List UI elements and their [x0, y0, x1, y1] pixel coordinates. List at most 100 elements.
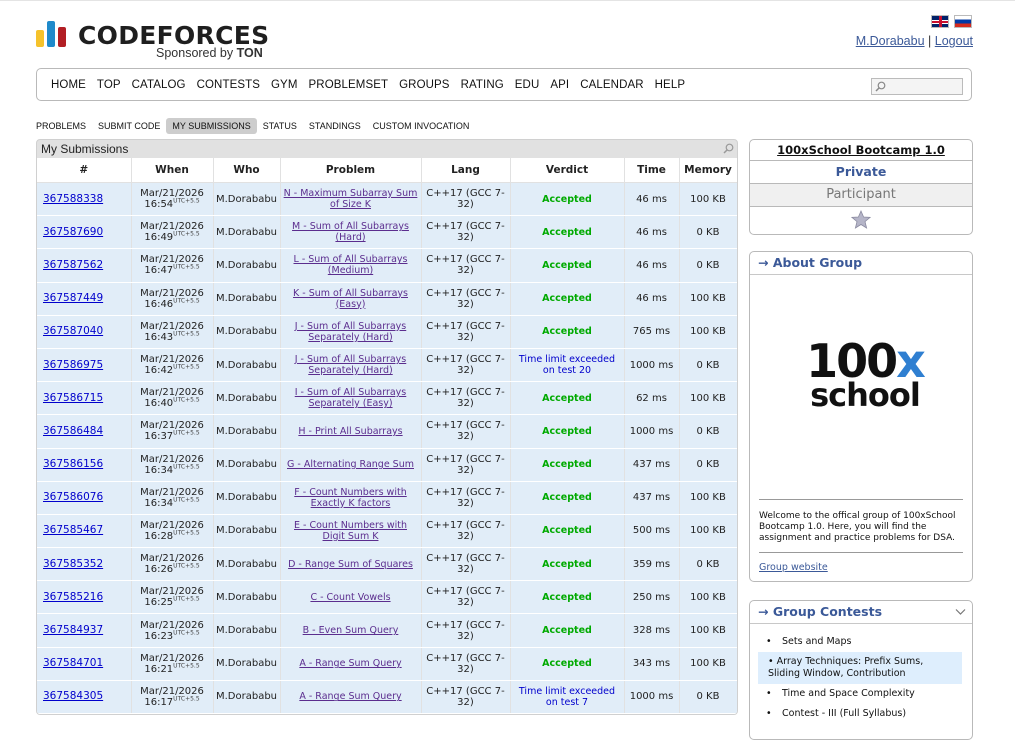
main-menu-item-api[interactable]: API — [550, 79, 569, 91]
problem-link[interactable]: A - Range Sum Query — [299, 691, 401, 702]
verdict-label[interactable]: Time limit exceeded on test 20 — [519, 354, 615, 376]
problem-link[interactable]: L - Sum of All Subarrays (Medium) — [294, 254, 408, 276]
main-menu-item-rating[interactable]: RATING — [461, 79, 504, 91]
main-menu-item-gym[interactable]: GYM — [271, 79, 298, 91]
submenu-status[interactable]: STATUS — [257, 118, 303, 134]
problem-link[interactable]: F - Count Numbers with Exactly K factors — [294, 487, 406, 509]
submission-id-link[interactable]: 367584305 — [43, 690, 103, 702]
table-row: 367585467 Mar/21/2026 16:28UTC+5.5 M.Doraba… — [37, 514, 737, 549]
submission-time: 16:23 — [144, 630, 174, 642]
timezone-label: UTC+5.5 — [173, 197, 200, 205]
contest-list-item[interactable]: Sets and Maps — [750, 632, 972, 652]
contest-list-item[interactable]: Contest - III (Full Syllabus) — [750, 704, 972, 724]
verdict-label[interactable]: Time limit exceeded on test 7 — [519, 686, 615, 708]
table-row: 367586076 Mar/21/2026 16:34UTC+5.5 M.Doraba… — [37, 481, 737, 515]
main-menu-item-problemset[interactable]: PROBLEMSET — [309, 79, 389, 91]
submenu-my-submissions[interactable]: MY SUBMISSIONS — [166, 118, 257, 134]
submission-id-link[interactable]: 367585467 — [43, 524, 103, 536]
main-menu-item-help[interactable]: HELP — [655, 79, 685, 91]
who-cell: M.Dorababu — [213, 647, 281, 681]
logout-link[interactable]: Logout — [935, 34, 973, 48]
problem-link[interactable]: K - Sum of All Subarrays (Easy) — [293, 288, 408, 310]
main-menu-item-catalog[interactable]: CATALOG — [132, 79, 186, 91]
russian-flag-icon[interactable] — [954, 15, 972, 28]
submenu-standings[interactable]: STANDINGS — [303, 118, 367, 134]
submenu-problems[interactable]: PROBLEMS — [36, 118, 92, 134]
problem-cell: M - Sum of All Subarrays (Hard) — [280, 215, 422, 250]
group-description: Welcome to the offical group of 100xScho… — [759, 511, 956, 543]
problem-link[interactable]: H - Print All Subarrays — [298, 426, 402, 437]
codeforces-logo[interactable]: CODEFORCES Sponsored by TON — [36, 18, 269, 62]
chevron-down-icon[interactable] — [955, 608, 966, 616]
problem-cell: J - Sum of All Subarrays Separately (Har… — [280, 348, 422, 383]
main-menu-item-calendar[interactable]: CALENDAR — [580, 79, 643, 91]
time-cell: 250 ms — [624, 580, 680, 615]
group-website-link[interactable]: Group website — [759, 562, 828, 573]
contest-list-item[interactable]: Array Techniques: Prefix Sums, Sliding W… — [758, 652, 962, 684]
memory-cell: 100 KB — [679, 647, 737, 681]
filter-search-icon[interactable] — [723, 143, 734, 154]
submenu-custom-invocation[interactable]: CUSTOM INVOCATION — [367, 118, 476, 134]
submission-id-link[interactable]: 367586484 — [43, 425, 103, 437]
timezone-label: UTC+5.5 — [173, 629, 200, 637]
contest-list-item[interactable]: Time and Space Complexity — [750, 684, 972, 704]
submission-id-link[interactable]: 367587040 — [43, 325, 103, 337]
time-cell: 1000 ms — [624, 414, 680, 449]
main-menu-item-home[interactable]: HOME — [51, 79, 86, 91]
submenu-submit-code[interactable]: SUBMIT CODE — [92, 118, 166, 134]
problem-link[interactable]: D - Range Sum of Squares — [288, 559, 413, 570]
main-menu-item-top[interactable]: TOP — [97, 79, 121, 91]
problem-link[interactable]: C - Count Vowels — [310, 592, 390, 603]
problem-link[interactable]: M - Sum of All Subarrays (Hard) — [292, 221, 409, 243]
submission-id-link[interactable]: 367586076 — [43, 491, 103, 503]
table-row: 367586156 Mar/21/2026 16:34UTC+5.5 M.Doraba… — [37, 448, 737, 482]
table-row: 367586715 Mar/21/2026 16:40UTC+5.5 M.Doraba… — [37, 381, 737, 416]
submission-id-link[interactable]: 367587690 — [43, 226, 103, 238]
search-box[interactable] — [871, 78, 963, 95]
time-cell: 46 ms — [624, 282, 680, 316]
submission-id-link[interactable]: 367584937 — [43, 624, 103, 636]
group-title[interactable]: 100xSchool Bootcamp 1.0 — [750, 140, 972, 160]
group-contests-box: → Group Contests Sets and Maps Array Tech… — [749, 600, 973, 740]
when-cell: Mar/21/2026 16:42UTC+5.5 — [131, 348, 214, 383]
english-flag-icon[interactable] — [931, 15, 949, 28]
submission-id-link[interactable]: 367585352 — [43, 558, 103, 570]
search-input[interactable] — [888, 79, 958, 92]
verdict-label: Accepted — [542, 591, 592, 603]
username-link[interactable]: M.Dorababu — [856, 34, 925, 48]
problem-link[interactable]: A - Range Sum Query — [299, 658, 401, 669]
submission-id-link[interactable]: 367584701 — [43, 657, 103, 669]
main-menu-item-contests[interactable]: CONTESTS — [197, 79, 260, 91]
column-header: Problem — [280, 158, 422, 183]
problem-link[interactable]: I - Sum of All Subarrays Separately (Eas… — [295, 387, 407, 409]
main-menu-item-edu[interactable]: EDU — [515, 79, 540, 91]
submission-time: 16:17 — [144, 696, 174, 708]
lang-cell: C++17 (GCC 7-32) — [421, 580, 511, 615]
submission-id-link[interactable]: 367586156 — [43, 458, 103, 470]
star-icon[interactable] — [850, 209, 872, 230]
group-contests-header[interactable]: → Group Contests — [750, 601, 972, 624]
table-header-row: # When Who Problem Lang Verdict Time Memory — [37, 158, 737, 183]
verdict-label: Accepted — [542, 226, 592, 238]
problem-link[interactable]: G - Alternating Range Sum — [287, 459, 414, 470]
submission-id-link[interactable]: 367586975 — [43, 359, 103, 371]
problem-link[interactable]: J - Sum of All Subarrays Separately (Har… — [295, 354, 407, 376]
problem-link[interactable]: J - Sum of All Subarrays Separately (Har… — [295, 321, 407, 343]
submission-id-link[interactable]: 367587562 — [43, 259, 103, 271]
group-visibility: Private — [750, 160, 972, 183]
verdict-cell: Accepted — [510, 613, 625, 648]
problem-link[interactable]: E - Count Numbers with Digit Sum K — [294, 520, 407, 542]
lang-cell: C++17 (GCC 7-32) — [421, 680, 511, 714]
group-contests-title: → Group Contests — [758, 604, 883, 619]
submission-id-link[interactable]: 367587449 — [43, 292, 103, 304]
lang-cell: C++17 (GCC 7-32) — [421, 182, 511, 217]
verdict-cell: Accepted — [510, 647, 625, 681]
problem-link[interactable]: B - Even Sum Query — [303, 625, 399, 636]
submission-id-link[interactable]: 367585216 — [43, 591, 103, 603]
submission-id-link[interactable]: 367588338 — [43, 193, 103, 205]
submission-id-link[interactable]: 367586715 — [43, 392, 103, 404]
second-menu: PROBLEMS SUBMIT CODE MY SUBMISSIONS STATUS S… — [36, 118, 475, 134]
problem-link[interactable]: N - Maximum Subarray Sum of Size K — [284, 188, 418, 210]
main-menu-item-groups[interactable]: GROUPS — [399, 79, 449, 91]
verdict-label: Accepted — [542, 658, 592, 670]
